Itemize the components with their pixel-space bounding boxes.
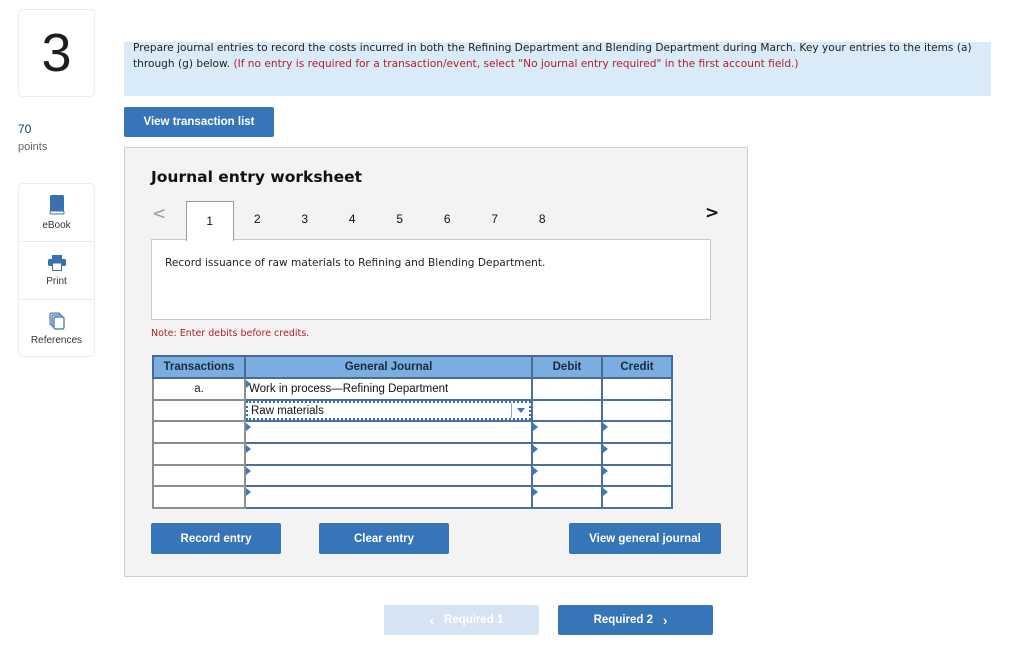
ebook-button[interactable]: eBook	[19, 184, 94, 242]
worksheet-tabs: 1 2 3 4 5 6 7 8	[186, 201, 567, 241]
transaction-description-box: Record issuance of raw materials to Refi…	[151, 239, 711, 320]
next-tab-chevron-icon[interactable]: >	[705, 203, 719, 223]
account-value: Work in process—Refining Department	[249, 382, 449, 395]
input-marker-icon	[246, 488, 251, 497]
debit-input[interactable]	[531, 463, 603, 488]
documents-icon	[49, 312, 65, 330]
transaction-cell	[152, 398, 246, 423]
tab-4[interactable]: 4	[329, 201, 377, 239]
required-2-button[interactable]: Required 2 ›	[558, 605, 713, 635]
table-row: Raw materials	[152, 398, 673, 423]
journal-entry-worksheet: Journal entry worksheet < 1 2 3 4 5 6 7 …	[124, 147, 748, 577]
transaction-cell	[152, 420, 246, 445]
debits-note: Note: Enter debits before credits.	[151, 328, 310, 339]
input-marker-icon	[603, 466, 608, 475]
table-row	[152, 442, 673, 466]
transaction-cell	[152, 442, 246, 466]
account-select[interactable]: Raw materials	[246, 400, 531, 421]
credit-input[interactable]	[601, 420, 673, 445]
header-transactions: Transactions	[152, 355, 246, 379]
prev-tab-chevron-icon[interactable]: <	[152, 204, 166, 224]
print-button[interactable]: Print	[19, 242, 94, 300]
credit-input[interactable]	[601, 398, 673, 423]
book-icon	[49, 194, 65, 215]
header-general-journal: General Journal	[244, 355, 533, 379]
table-row	[152, 485, 673, 510]
credit-input[interactable]	[601, 377, 673, 401]
record-entry-button[interactable]: Record entry	[151, 523, 281, 554]
credit-input[interactable]	[601, 485, 673, 510]
debit-input[interactable]	[531, 377, 603, 401]
clear-entry-button[interactable]: Clear entry	[319, 523, 449, 554]
input-marker-icon	[533, 445, 538, 454]
table-row	[152, 420, 673, 445]
input-marker-icon	[533, 423, 538, 432]
points-value: 70	[18, 122, 32, 136]
header-debit: Debit	[531, 355, 603, 379]
tab-8[interactable]: 8	[519, 201, 567, 239]
required-1-button[interactable]: ‹ Required 1	[384, 605, 539, 635]
header-credit: Credit	[601, 355, 673, 379]
account-field[interactable]	[244, 485, 533, 510]
chevron-down-icon[interactable]	[511, 402, 529, 419]
view-transaction-list-button[interactable]: View transaction list	[124, 107, 274, 137]
chevron-left-icon: ‹	[429, 612, 434, 628]
account-field[interactable]	[244, 463, 533, 488]
input-marker-icon	[603, 423, 608, 432]
transaction-description: Record issuance of raw materials to Refi…	[165, 257, 546, 269]
input-marker-icon	[246, 423, 251, 432]
print-label: Print	[46, 275, 67, 287]
references-button[interactable]: References	[19, 300, 94, 358]
transaction-cell: a.	[152, 377, 246, 401]
account-field[interactable]	[244, 420, 533, 445]
references-label: References	[30, 335, 83, 346]
question-number: 3	[18, 9, 95, 97]
debit-input[interactable]	[531, 398, 603, 423]
instruction-text: Prepare journal entries to record the co…	[133, 40, 983, 72]
input-marker-icon	[533, 488, 538, 497]
input-marker-icon	[246, 445, 251, 454]
table-row: a. Work in process—Refining Department	[152, 377, 673, 401]
journal-table: Transactions General Journal Debit Credi…	[152, 355, 673, 510]
account-field[interactable]: Work in process—Refining Department	[244, 377, 533, 401]
account-value: Raw materials	[251, 404, 324, 417]
view-general-journal-button[interactable]: View general journal	[569, 523, 721, 554]
table-row	[152, 463, 673, 488]
printer-icon	[47, 254, 66, 271]
transaction-cell	[152, 485, 246, 510]
debit-input[interactable]	[531, 442, 603, 466]
instruction-note: (If no entry is required for a transacti…	[233, 58, 799, 70]
required-1-label: Required 1	[443, 614, 504, 626]
ebook-label: eBook	[42, 219, 71, 231]
input-marker-icon	[603, 445, 608, 454]
debit-input[interactable]	[531, 420, 603, 445]
required-2-label: Required 2	[593, 614, 654, 626]
input-marker-icon	[246, 380, 251, 388]
tab-6[interactable]: 6	[424, 201, 472, 239]
input-marker-icon	[533, 466, 538, 475]
tab-3[interactable]: 3	[281, 201, 329, 239]
tab-2[interactable]: 2	[234, 201, 282, 239]
chevron-right-icon: ›	[663, 612, 668, 628]
tab-5[interactable]: 5	[376, 201, 424, 239]
input-marker-icon	[246, 466, 251, 475]
input-marker-icon	[603, 488, 608, 497]
account-field[interactable]	[244, 442, 533, 466]
credit-input[interactable]	[601, 463, 673, 488]
tab-1[interactable]: 1	[186, 201, 234, 241]
debit-input[interactable]	[531, 485, 603, 510]
credit-input[interactable]	[601, 442, 673, 466]
worksheet-title: Journal entry worksheet	[151, 168, 363, 186]
tools-panel: eBook Print References	[18, 183, 95, 357]
account-field[interactable]: Raw materials	[244, 398, 533, 423]
transaction-cell	[152, 463, 246, 488]
points-label: points	[18, 141, 48, 153]
tab-7[interactable]: 7	[471, 201, 519, 239]
